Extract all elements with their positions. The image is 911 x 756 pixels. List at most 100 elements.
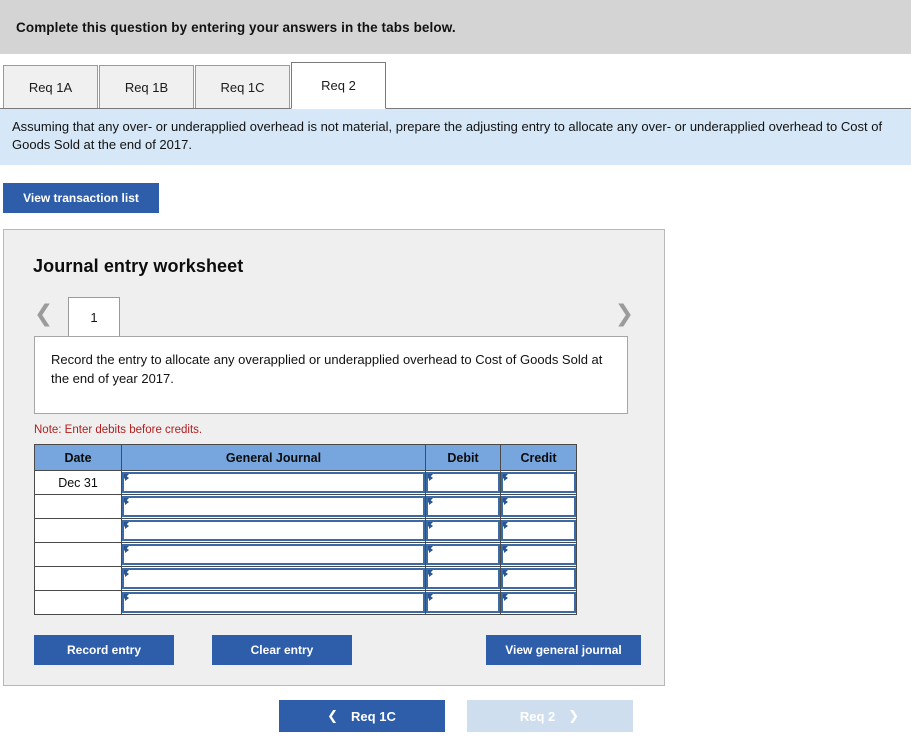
cell-debit-3[interactable] [425,518,501,543]
cell-credit-3[interactable] [500,518,577,543]
input-debit-1[interactable] [426,472,500,493]
entry-description-box: Record the entry to allocate any overapp… [34,336,628,414]
cell-date-1: Dec 31 [34,470,122,495]
cell-general-journal-1[interactable] [121,470,426,495]
input-general-journal-4[interactable] [122,544,425,565]
worksheet-panel-wrap: Journal entry worksheet ❮ 1 ❯ Record the… [0,213,911,686]
cell-credit-4[interactable] [500,542,577,567]
worksheet-action-bar: Record entry Clear entry View general jo… [4,615,664,665]
cell-debit-5[interactable] [425,566,501,591]
dropdown-caret-icon [125,595,129,601]
input-general-journal-3[interactable] [122,520,425,541]
nav-next-label: Req 2 [519,708,556,724]
journal-table-header-row: Date General Journal Debit Credit [34,444,577,471]
cell-date-6 [34,590,122,615]
input-credit-3[interactable] [501,520,576,541]
column-header-date: Date [34,444,122,471]
input-general-journal-2[interactable] [122,496,425,517]
tab-req-2-label: Req 2 [321,78,356,93]
dropdown-caret-icon [125,571,129,577]
cell-date-5 [34,566,122,591]
dropdown-caret-icon [504,475,508,481]
requirement-tabs: Req 1A Req 1B Req 1C Req 2 [0,54,911,109]
input-general-journal-5[interactable] [122,568,425,589]
dropdown-caret-icon [429,499,433,505]
tab-req-1b-label: Req 1B [124,79,169,95]
dropdown-caret-icon [429,571,433,577]
tabstrip-underline [0,108,911,109]
column-header-general-journal: General Journal [121,444,426,471]
cell-general-journal-3[interactable] [121,518,426,543]
requirement-instruction-panel: Assuming that any over- or underapplied … [0,109,911,165]
cell-general-journal-6[interactable] [121,590,426,615]
requirement-tabstrip: Req 1A Req 1B Req 1C Req 2 [0,54,911,109]
input-credit-6[interactable] [501,592,576,613]
cell-debit-4[interactable] [425,542,501,567]
bottom-navigation: ❮ Req 1C Req 2 ❯ [0,700,911,732]
table-row [34,590,577,615]
table-row [34,494,577,519]
dropdown-caret-icon [429,595,433,601]
tab-req-1a[interactable]: Req 1A [3,65,98,109]
tab-req-1a-label: Req 1A [28,79,73,95]
input-credit-5[interactable] [501,568,576,589]
tab-req-1c[interactable]: Req 1C [195,65,290,109]
chevron-left-icon[interactable]: ❮ [34,303,53,326]
journal-entry-worksheet-panel: Journal entry worksheet ❮ 1 ❯ Record the… [3,229,665,686]
input-debit-3[interactable] [426,520,500,541]
cell-debit-1[interactable] [425,470,501,495]
dropdown-caret-icon [504,571,508,577]
input-credit-1[interactable] [501,472,576,493]
view-general-journal-button[interactable]: View general journal [486,635,641,665]
view-transaction-list-button[interactable]: View transaction list [3,183,159,213]
transaction-list-bar: View transaction list [0,165,911,213]
input-debit-5[interactable] [426,568,500,589]
dropdown-caret-icon [504,595,508,601]
cell-credit-6[interactable] [500,590,577,615]
worksheet-title: Journal entry worksheet [33,256,244,276]
cell-debit-6[interactable] [425,590,501,615]
nav-prev-label: Req 1C [351,708,396,724]
input-general-journal-6[interactable] [122,592,425,613]
tab-req-2[interactable]: Req 2 [291,62,386,109]
journal-entry-table: Date General Journal Debit Credit Dec 31 [34,444,577,615]
dropdown-caret-icon [429,547,433,553]
cell-date-4 [34,542,122,567]
tab-req-1b[interactable]: Req 1B [99,65,194,109]
record-entry-button[interactable]: Record entry [34,635,174,665]
input-debit-2[interactable] [426,496,500,517]
cell-credit-2[interactable] [500,494,577,519]
input-debit-4[interactable] [426,544,500,565]
input-credit-2[interactable] [501,496,576,517]
table-row [34,566,577,591]
dropdown-caret-icon [504,547,508,553]
tab-req-1c-label: Req 1C [220,79,265,95]
input-debit-6[interactable] [426,592,500,613]
input-general-journal-1[interactable] [122,472,425,493]
chevron-right-icon[interactable]: ❯ [615,303,634,326]
input-credit-4[interactable] [501,544,576,565]
column-header-debit: Debit [425,444,501,471]
cell-general-journal-4[interactable] [121,542,426,567]
top-instruction-banner: Complete this question by entering your … [0,0,911,54]
cell-general-journal-2[interactable] [121,494,426,519]
dropdown-caret-icon [125,523,129,529]
debits-before-credits-note: Note: Enter debits before credits. [34,424,203,436]
worksheet-page-tab-1[interactable]: 1 [68,297,120,336]
nav-next-req-2-button: Req 2 ❯ [466,700,633,732]
cell-debit-2[interactable] [425,494,501,519]
cell-general-journal-5[interactable] [121,566,426,591]
cell-credit-5[interactable] [500,566,577,591]
dropdown-caret-icon [125,475,129,481]
dropdown-caret-icon [125,547,129,553]
table-row: Dec 31 [34,470,577,495]
entry-description-text: Record the entry to allocate any overapp… [51,352,603,386]
cell-credit-1[interactable] [500,470,577,495]
worksheet-page-number: 1 [90,309,98,325]
dropdown-caret-icon [125,499,129,505]
dropdown-caret-icon [504,523,508,529]
clear-entry-button[interactable]: Clear entry [212,635,352,665]
nav-prev-req-1c-button[interactable]: ❮ Req 1C [278,700,445,732]
journal-table-wrap: Date General Journal Debit Credit Dec 31 [4,436,664,615]
cell-date-3 [34,518,122,543]
